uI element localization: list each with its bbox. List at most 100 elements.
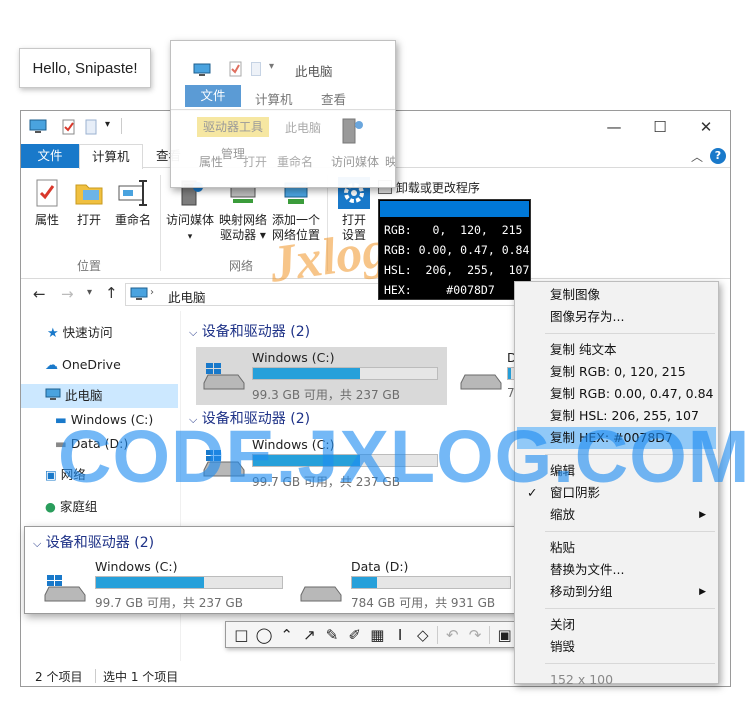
minimize-button[interactable]: — [591, 115, 637, 139]
map-network-drive-label-2: 驱动器 ▾ [220, 228, 266, 242]
network-group-label: 网络 [229, 259, 254, 273]
drive-name: Data (D:) [351, 559, 409, 574]
menu-item[interactable]: 复制 纯文本 [517, 339, 716, 361]
group-header[interactable]: ⌵ 设备和驱动器 (2) [189, 321, 310, 341]
menu-item[interactable]: 替换为文件... [517, 559, 716, 581]
color-picker-info: RGB: 0, 120, 215 RGB: 0.00, 0.47, 0.84 H… [378, 199, 531, 300]
rgb-value: RGB: 0, 120, 215 [384, 223, 523, 237]
rename-button[interactable]: 重命名 [109, 177, 157, 228]
menu-item-label: 粘贴 [550, 540, 576, 555]
group-header-label: 设备和驱动器 (2) [201, 324, 311, 340]
menu-item[interactable]: 关闭 [517, 614, 716, 636]
text-tool-icon[interactable]: I [389, 624, 412, 646]
forward-arrow-icon[interactable]: → [61, 285, 74, 303]
tab-computer[interactable]: 计算机 [79, 144, 143, 169]
chevron-right-icon: › [150, 287, 154, 298]
menu-item[interactable]: 移动到分组 ▶ [517, 581, 716, 603]
snip-label: 映 [385, 155, 396, 169]
menu-item[interactable]: 复制 RGB: 0.00, 0.47, 0.84 [517, 383, 716, 405]
address-text: 此电脑 [168, 290, 206, 305]
hsl-value: HSL: 206, 255, 107 [384, 263, 530, 277]
help-icon[interactable]: ? [710, 148, 726, 164]
tab-file[interactable]: 文件 [21, 144, 79, 168]
cloud-icon: ☁ [45, 358, 58, 373]
back-arrow-icon[interactable]: ← [33, 285, 46, 303]
annotation-toolbar: □ ◯ ⌃ ↗ ✎ ✐ ▦ I ◇ ↶ ↷ ▣ [225, 621, 517, 648]
chevron-down-icon: ▾ [187, 232, 193, 242]
star-icon: ★ [47, 326, 59, 341]
save-icon[interactable]: ▣ [493, 624, 516, 646]
menu-item[interactable]: 复制图像 [517, 284, 716, 306]
new-folder-icon[interactable] [83, 119, 99, 135]
drive-icon [299, 573, 343, 606]
snip-drive-tools: 驱动器工具 [197, 117, 269, 137]
ellipse-tool-icon[interactable]: ◯ [253, 624, 276, 646]
customize-quick-access-icon[interactable]: ▾ [105, 119, 121, 135]
nav-label: 此电脑 [64, 388, 103, 403]
nav-item-this-pc[interactable]: 此电脑 [21, 384, 178, 408]
undo-icon[interactable]: ↶ [441, 624, 464, 646]
polyline-tool-icon[interactable]: ⌃ [275, 624, 298, 646]
collapse-ribbon-icon[interactable]: ︿ [691, 148, 703, 165]
open-label: 打开 [76, 213, 101, 227]
menu-item[interactable]: 图像另存为... [517, 306, 716, 328]
snip-label: 访问媒体 [331, 155, 380, 169]
mosaic-tool-icon[interactable]: ▦ [366, 624, 389, 646]
drive-tile-data[interactable]: D 78 [459, 347, 527, 405]
menu-item[interactable]: 粘贴 [517, 537, 716, 559]
properties-button[interactable]: 属性 [27, 177, 67, 228]
drive-icon [459, 361, 503, 394]
customize-quick-access-icon: ▾ [269, 61, 275, 72]
open-button[interactable]: 打开 [69, 177, 109, 228]
menu-item[interactable]: 销毁 [517, 636, 716, 658]
menu-separator [545, 333, 715, 334]
computer-icon [130, 287, 148, 304]
arrow-tool-icon[interactable]: ↗ [298, 624, 321, 646]
drive-tile-windows[interactable]: Windows (C:) 99.3 GB 可用，共 237 GB [196, 347, 447, 405]
watermark-text: CODE.JXLOG.COM [58, 415, 750, 498]
rename-icon [117, 177, 149, 209]
snip-tab-computer: 计算机 [255, 92, 293, 107]
snip-label: 管理 [221, 147, 246, 161]
menu-item-label: 复制 RGB: 0.00, 0.47, 0.84 [550, 386, 714, 401]
ribbon-snip[interactable]: ▾ 此电脑 文件 计算机 查看 驱动器工具 此电脑 属性 管理 打开 重命名 访… [170, 40, 396, 188]
eraser-tool-icon[interactable]: ◇ [411, 624, 434, 646]
maximize-button[interactable]: ☐ [637, 115, 683, 139]
menu-item-label: 关闭 [550, 617, 576, 632]
up-arrow-icon[interactable]: ↑ [105, 284, 118, 302]
recent-locations-icon[interactable]: ▾ [87, 287, 92, 298]
selection-count: 选中 1 个项目 [103, 670, 179, 684]
nav-item-onedrive[interactable]: ☁ OneDrive [45, 353, 121, 377]
rectangle-tool-icon[interactable]: □ [230, 624, 253, 646]
snip-title: 此电脑 [295, 64, 333, 79]
nav-item-quick-access[interactable]: ★ 快速访问 [47, 321, 113, 345]
chevron-down-icon: ⌵ [189, 326, 198, 339]
new-folder-icon [251, 62, 261, 76]
redo-icon[interactable]: ↷ [464, 624, 487, 646]
snip-tab-view: 查看 [321, 92, 347, 107]
pencil-tool-icon[interactable]: ✎ [321, 624, 344, 646]
drives-snip[interactable]: ⌵ 设备和驱动器 (2) Windows (C:) 99.7 GB 可用，共 2… [24, 526, 517, 614]
add-network-location-label-1: 添加一个 [271, 213, 320, 227]
divider [160, 175, 161, 271]
drive-usage-fill [253, 368, 360, 379]
homegroup-icon: ● [45, 499, 56, 514]
group-header-label: 设备和驱动器 (2) [45, 535, 155, 551]
menu-item-label: 复制图像 [550, 287, 601, 302]
drive-usage-bar [95, 576, 283, 589]
windows-drive-icon [202, 361, 246, 394]
properties-large-icon [31, 177, 63, 209]
menu-item[interactable]: 缩放 ▶ [517, 504, 716, 526]
menu-item: 152 x 100 [517, 669, 716, 691]
submenu-arrow-icon: ▶ [699, 587, 706, 597]
menu-separator [545, 531, 715, 532]
close-button[interactable]: ✕ [683, 115, 729, 139]
hello-snip[interactable]: Hello, Snipaste! [19, 48, 151, 88]
computer-icon [45, 388, 65, 403]
drive-usage-fill [96, 577, 204, 588]
properties-icon[interactable] [61, 119, 77, 135]
menu-item-label: 缩放 [550, 507, 576, 522]
marker-tool-icon[interactable]: ✐ [343, 624, 366, 646]
access-media-label: 访问媒体 [165, 213, 214, 227]
menu-item[interactable]: 复制 RGB: 0, 120, 215 [517, 361, 716, 383]
